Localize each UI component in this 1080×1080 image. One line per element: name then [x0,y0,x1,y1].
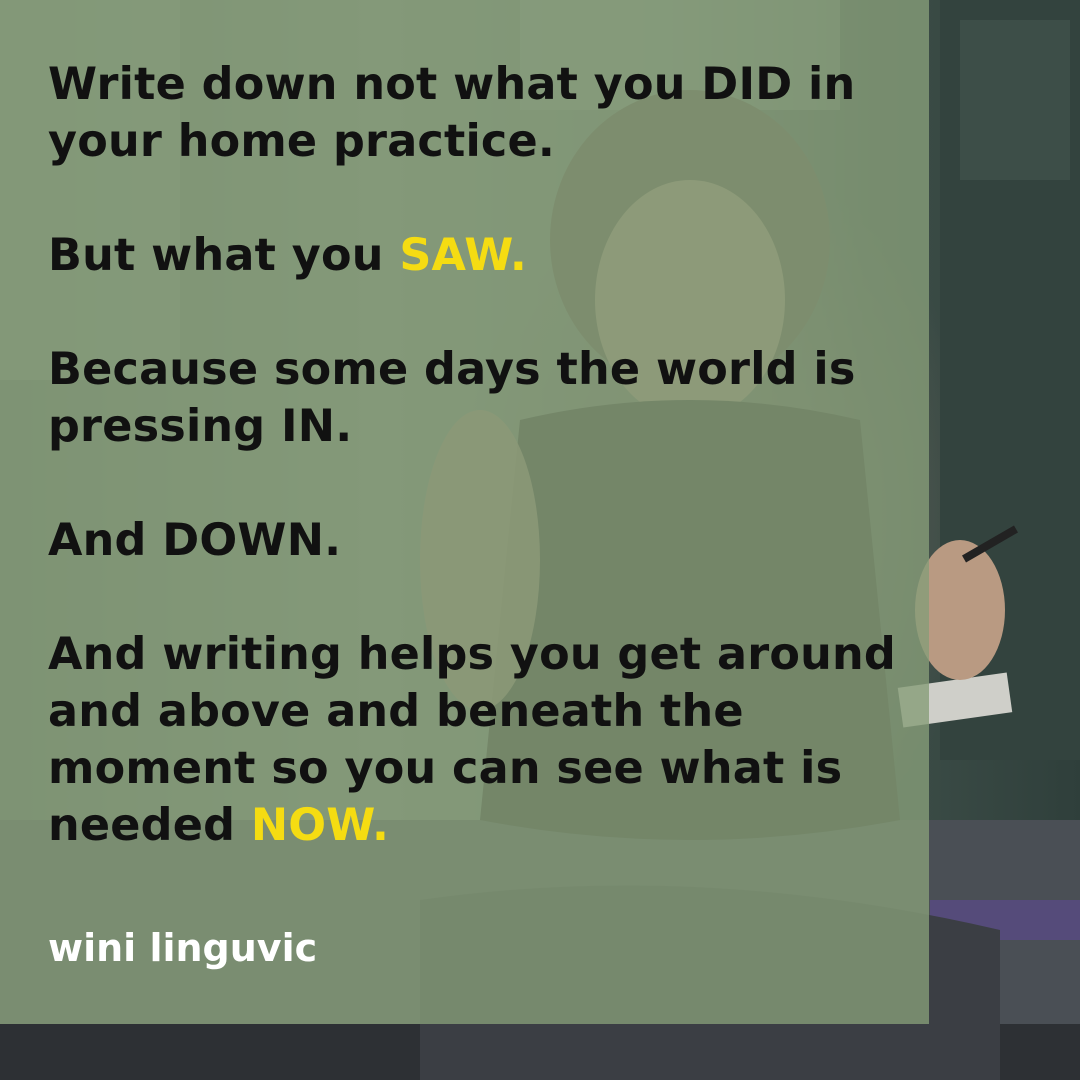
paragraph-5-line-1: And writing helps you get around [48,629,896,680]
paragraph-2: But what you SAW. [48,227,908,284]
paragraph-4-line-1: And DOWN. [48,515,342,566]
paragraph-4: And DOWN. [48,512,908,569]
highlight-now: NOW. [250,800,390,851]
paragraph-3-line-2: pressing IN. [48,401,353,452]
paragraph-5-last-lead: needed [48,800,251,851]
paragraph-2-line-1: But what you SAW. [48,227,908,284]
paragraph-5-line-3: moment so you can see what is [48,743,843,794]
paragraph-2-lead: But what you [48,230,400,281]
paragraph-3-line-1: Because some days the world is [48,344,856,395]
paragraph-1-line-1: Write down not what you DID in [48,59,856,110]
paragraph-1-line-2: your home practice. [48,116,555,167]
author-name: wini linguvic [48,926,318,970]
highlight-saw: SAW. [399,230,527,281]
paragraph-5-line-4: needed NOW. [48,797,908,854]
paragraph-3: Because some days the world is pressing … [48,341,908,455]
paragraph-5: And writing helps you get around and abo… [48,626,908,854]
quote-text-block: Write down not what you DID in your home… [48,56,908,911]
paragraph-1: Write down not what you DID in your home… [48,56,908,170]
paragraph-5-line-2: and above and beneath the [48,686,744,737]
